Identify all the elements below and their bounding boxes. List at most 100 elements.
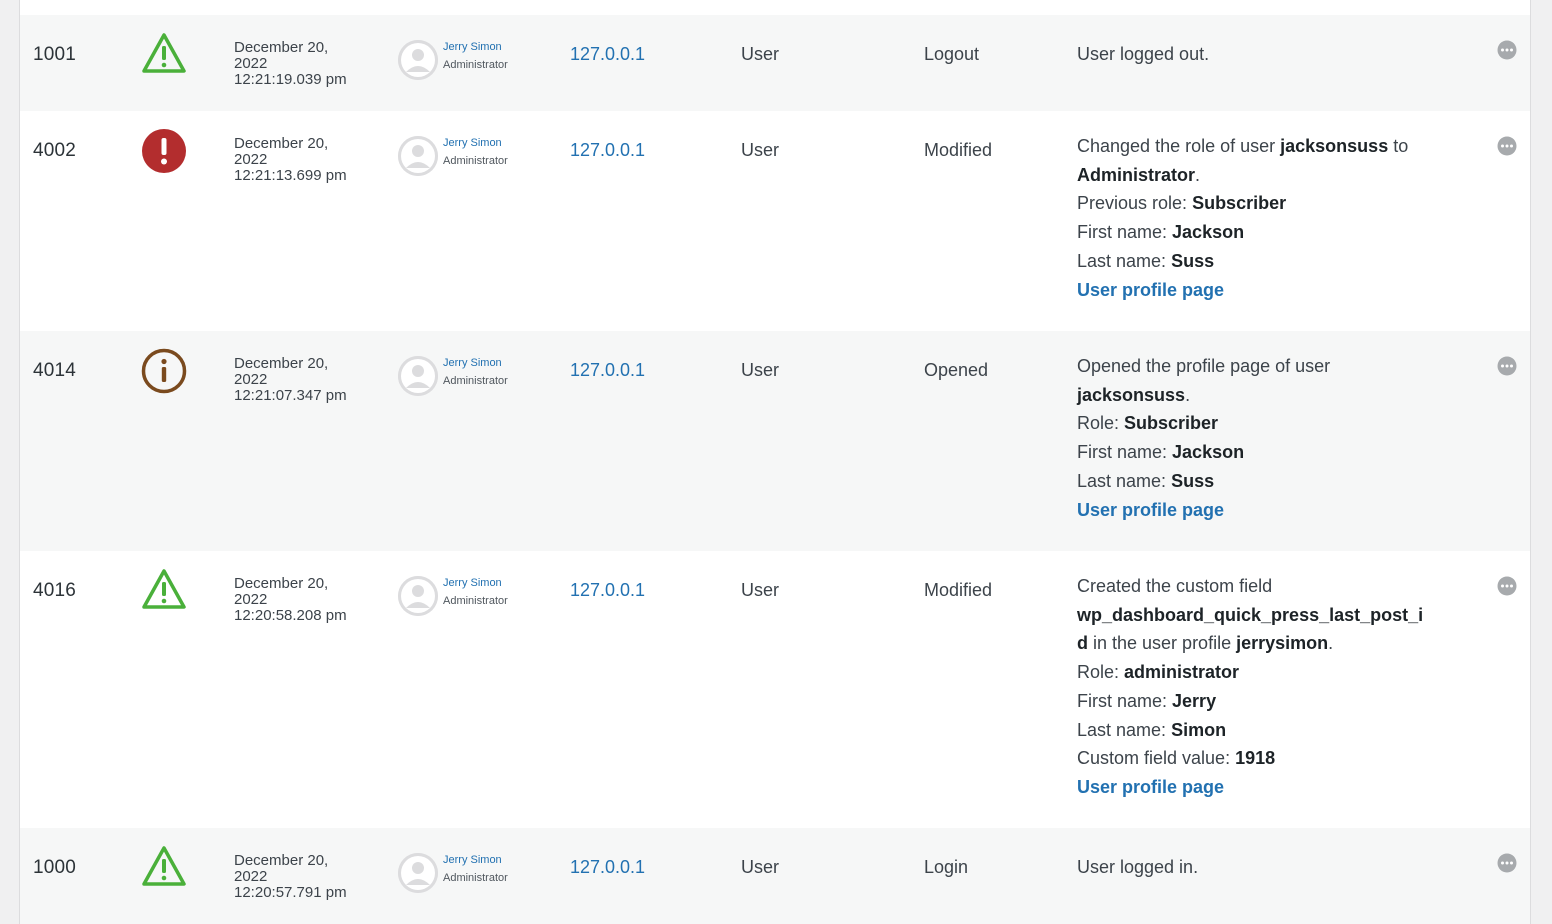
- warning-triangle-icon: [140, 566, 188, 614]
- info-circle-icon: [140, 347, 188, 395]
- ip-address-link[interactable]: 127.0.0.1: [570, 140, 645, 161]
- user-role: Administrator: [443, 155, 508, 167]
- warning-triangle-icon: [140, 843, 188, 891]
- event-type: Modified: [924, 140, 993, 160]
- object-type: User: [741, 360, 780, 380]
- more-options-icon[interactable]: [1497, 853, 1517, 873]
- year-line: 2022: [234, 591, 268, 608]
- message-value: Jackson: [1172, 442, 1245, 463]
- critical-exclamation-icon: [140, 127, 188, 175]
- table-row: 4016 December 20, 2022 12:20:58.208 pm J…: [20, 551, 1530, 828]
- user-name-link[interactable]: Jerry Simon: [443, 854, 502, 866]
- event-id: 4002: [33, 140, 77, 161]
- avatar: [398, 576, 438, 616]
- object-type: User: [741, 44, 780, 64]
- object-type: User: [741, 857, 780, 877]
- date-line: December 20,: [234, 39, 329, 56]
- message-line: Changed the role of user jacksonsuss to: [1077, 132, 1462, 161]
- message-text: .: [1185, 384, 1191, 405]
- user-info: Jerry Simon Administrator: [398, 853, 558, 893]
- event-date: December 20, 2022 12:20:57.791 pm: [234, 853, 384, 901]
- message-new-role: Administrator: [1077, 164, 1196, 185]
- message-label: Custom field value:: [1077, 748, 1236, 769]
- message-line: User logged in.: [1077, 857, 1199, 877]
- message-line: Administrator.: [1077, 161, 1462, 190]
- more-options-icon[interactable]: [1497, 136, 1517, 156]
- date-line: December 20,: [234, 355, 329, 372]
- ip-address-link[interactable]: 127.0.0.1: [570, 580, 645, 601]
- message-label: Last name:: [1077, 470, 1172, 491]
- ip-address-link[interactable]: 127.0.0.1: [570, 44, 645, 65]
- message-line: Role: Subscriber: [1077, 409, 1462, 438]
- user-profile-link[interactable]: User profile page: [1077, 773, 1462, 802]
- event-message: Created the custom field wp_dashboard_qu…: [1077, 572, 1462, 802]
- event-date: December 20, 2022 12:21:07.347 pm: [234, 356, 384, 404]
- user-role: Administrator: [443, 872, 508, 884]
- event-type: Logout: [924, 44, 980, 64]
- year-line: 2022: [234, 151, 268, 168]
- event-id: 1001: [33, 44, 77, 65]
- message-line: Previous role: Subscriber: [1077, 189, 1462, 218]
- message-label: First name:: [1077, 222, 1173, 243]
- time-line: 12:20:57.791 pm: [234, 884, 347, 901]
- time-line: 12:21:19.039 pm: [234, 71, 347, 88]
- message-value: Suss: [1171, 250, 1215, 271]
- more-options-icon[interactable]: [1497, 576, 1517, 596]
- message-line: Custom field value: 1918: [1077, 744, 1462, 773]
- message-label: Last name:: [1077, 250, 1172, 271]
- event-message: User logged out.: [1077, 40, 1462, 69]
- message-value: Suss: [1171, 470, 1215, 491]
- message-line: Last name: Suss: [1077, 467, 1462, 496]
- user-name-link[interactable]: Jerry Simon: [443, 577, 502, 589]
- message-line: User logged out.: [1077, 44, 1210, 64]
- user-profile-link[interactable]: User profile page: [1077, 496, 1462, 525]
- user-name-link[interactable]: Jerry Simon: [443, 357, 502, 369]
- message-line: Role: administrator: [1077, 658, 1462, 687]
- message-label: First name:: [1077, 442, 1173, 463]
- table-row: 1001 December 20, 2022 12:21:19.039 pm J…: [20, 15, 1530, 111]
- event-type: Login: [924, 857, 969, 877]
- avatar: [398, 136, 438, 176]
- message-value: administrator: [1124, 662, 1240, 683]
- message-line: Opened the profile page of user: [1077, 356, 1331, 376]
- event-message: Opened the profile page of user jacksons…: [1077, 352, 1462, 524]
- user-info: Jerry Simon Administrator: [398, 576, 558, 616]
- date-line: December 20,: [234, 575, 329, 592]
- avatar: [398, 853, 438, 893]
- ip-address-link[interactable]: 127.0.0.1: [570, 857, 645, 878]
- year-line: 2022: [234, 55, 268, 72]
- time-line: 12:21:13.699 pm: [234, 167, 347, 184]
- event-date: December 20, 2022 12:20:58.208 pm: [234, 576, 384, 624]
- object-type: User: [741, 580, 780, 600]
- message-username: jacksonsuss: [1280, 136, 1389, 156]
- message-line: d in the user profile jerrysimon.: [1077, 629, 1462, 658]
- message-line: Created the custom field: [1077, 576, 1273, 596]
- user-info: Jerry Simon Administrator: [398, 136, 558, 176]
- message-line: First name: Jackson: [1077, 218, 1462, 247]
- message-line: First name: Jackson: [1077, 438, 1462, 467]
- table-row: 4014 December 20, 2022 12:21:07.347 pm J…: [20, 331, 1530, 551]
- activity-log-table: 1001 December 20, 2022 12:21:19.039 pm J…: [19, 0, 1531, 924]
- date-line: December 20,: [234, 852, 329, 869]
- message-line: wp_dashboard_quick_press_last_post_i: [1077, 601, 1462, 630]
- date-line: December 20,: [234, 135, 329, 152]
- message-username: jacksonsuss: [1077, 384, 1186, 405]
- year-line: 2022: [234, 868, 268, 885]
- event-message: Changed the role of user jacksonsuss to …: [1077, 132, 1462, 304]
- message-line: First name: Jerry: [1077, 687, 1462, 716]
- table-row: 4002 December 20, 2022 12:21:13.699 pm J…: [20, 111, 1530, 331]
- more-options-icon[interactable]: [1497, 40, 1517, 60]
- time-line: 12:21:07.347 pm: [234, 387, 347, 404]
- warning-triangle-icon: [140, 30, 188, 78]
- user-name-link[interactable]: Jerry Simon: [443, 137, 502, 149]
- avatar: [398, 356, 438, 396]
- message-value: Subscriber: [1192, 193, 1287, 214]
- user-profile-link[interactable]: User profile page: [1077, 276, 1462, 305]
- message-value: Jackson: [1172, 222, 1245, 243]
- more-options-icon[interactable]: [1497, 356, 1517, 376]
- message-label: Role:: [1077, 662, 1125, 683]
- user-name-link[interactable]: Jerry Simon: [443, 41, 502, 53]
- table-top-edge: [20, 0, 1530, 15]
- avatar: [398, 40, 438, 80]
- ip-address-link[interactable]: 127.0.0.1: [570, 360, 645, 381]
